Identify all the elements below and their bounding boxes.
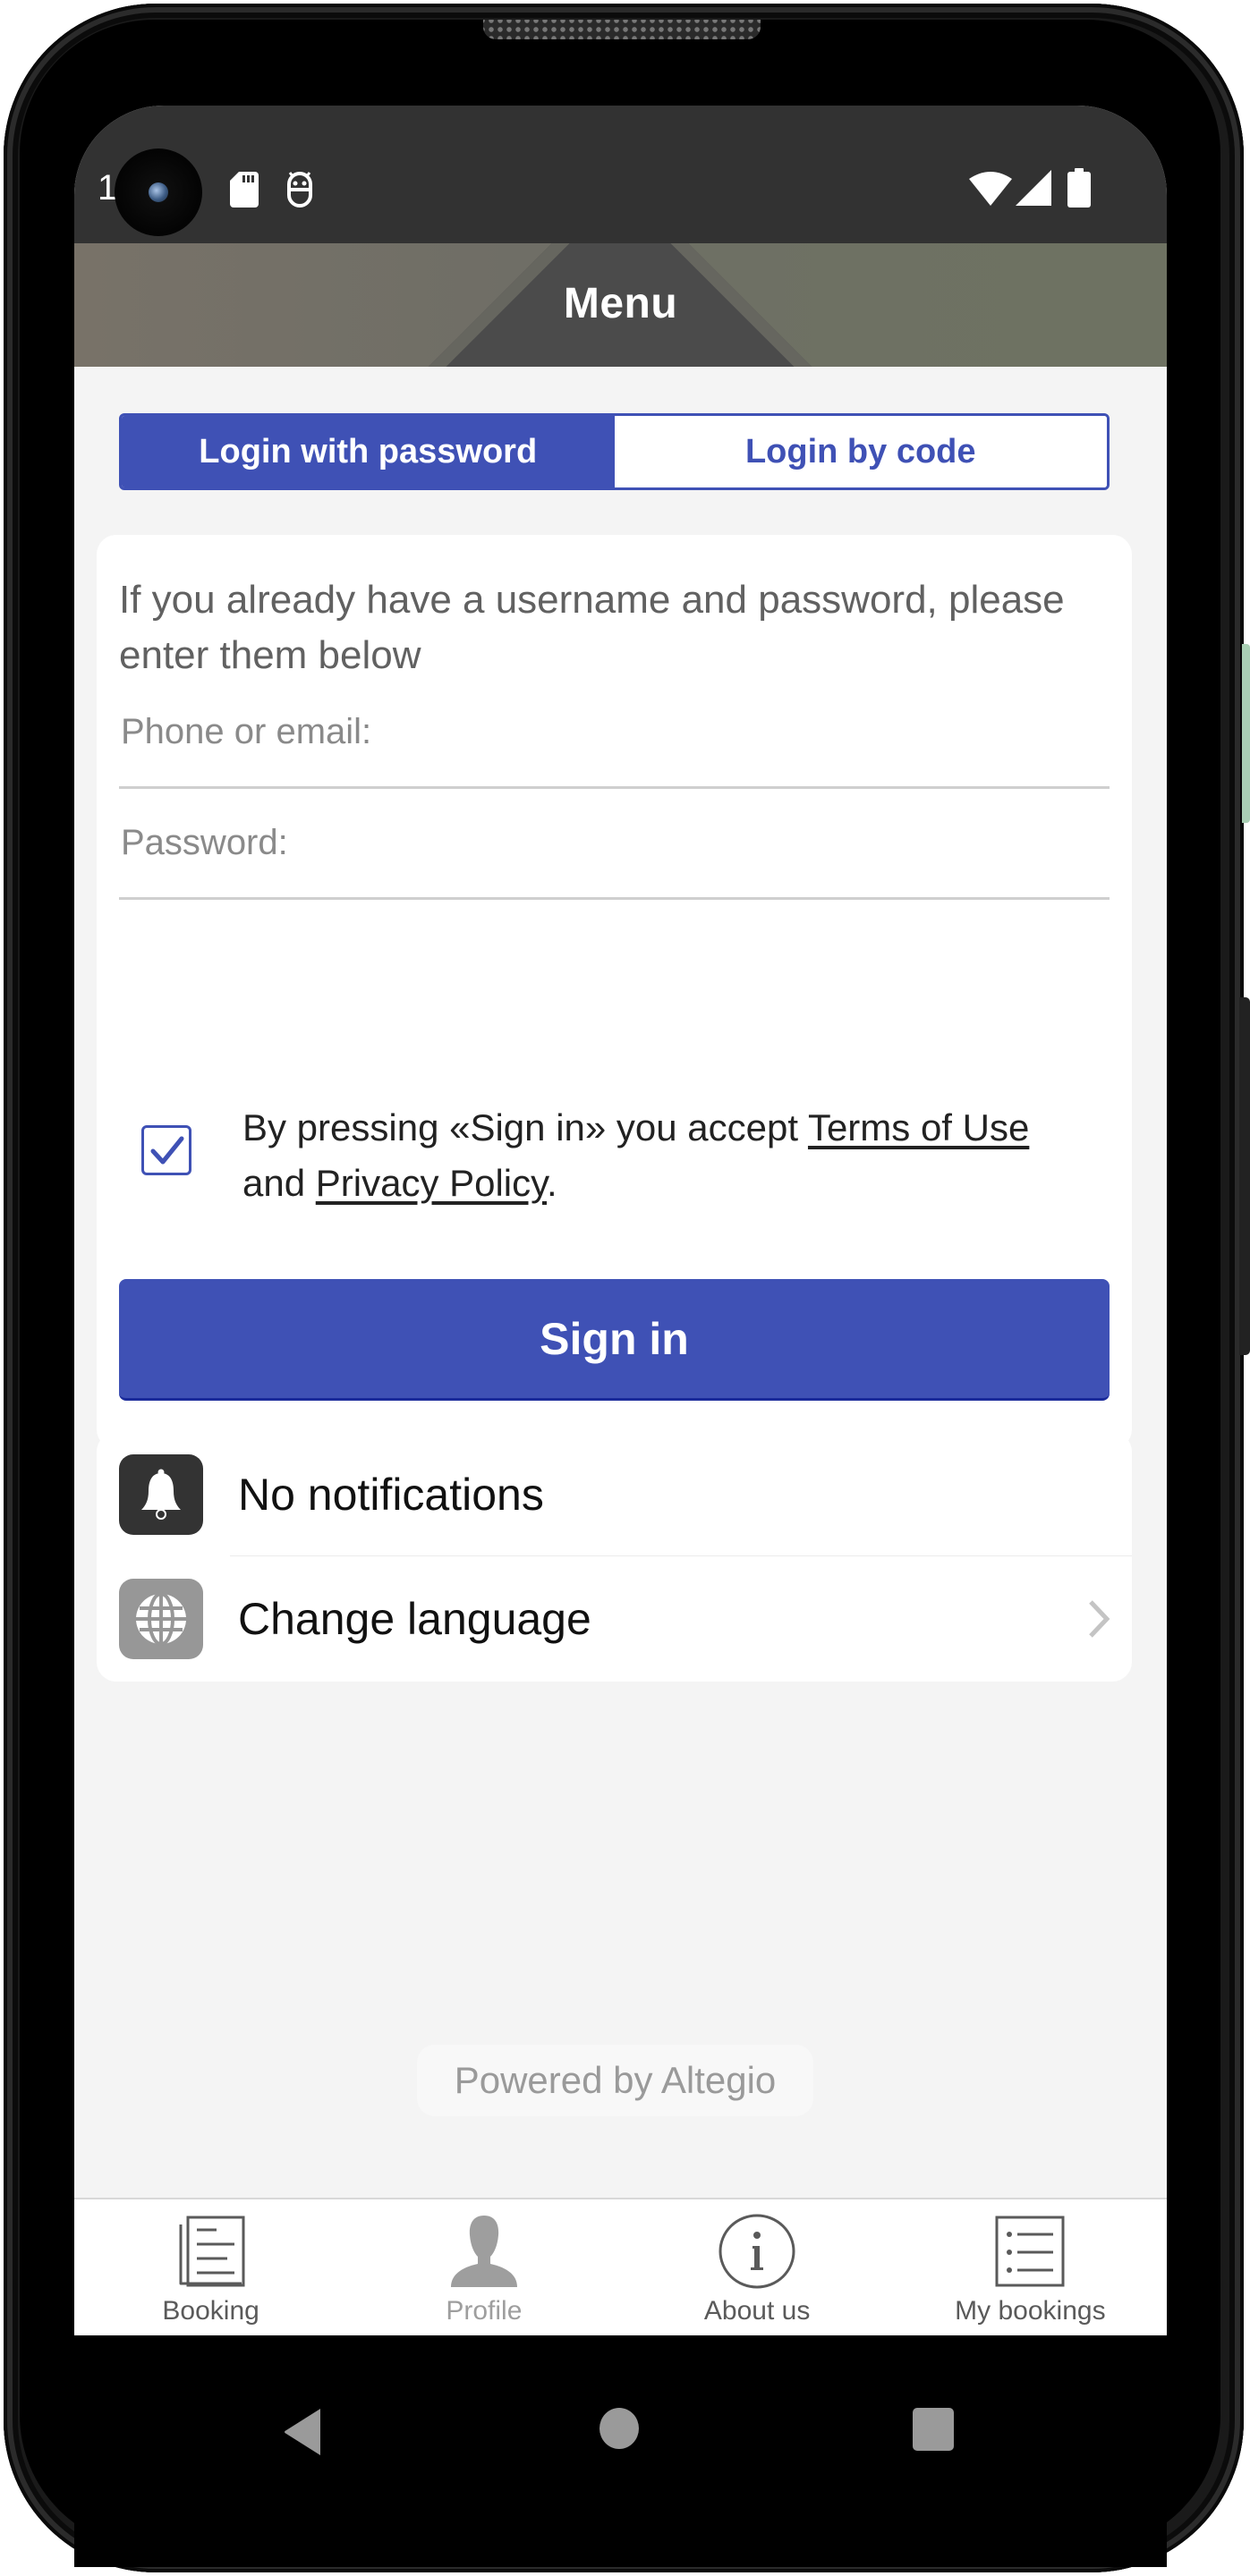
tab-label: About us [703,2296,811,2326]
tab-label: My bookings [955,2296,1106,2326]
side-button-power [1242,644,1250,823]
page-title: Menu [563,280,678,327]
menu-item-label: Change language [238,1594,591,1644]
signal-icon [1016,170,1051,206]
tab-booking[interactable]: Booking [74,2199,347,2335]
booking-document-icon [179,2216,245,2287]
side-button-volume [1239,997,1250,1355]
password-input[interactable] [119,789,1110,897]
menu-item-change-language[interactable]: Change language [97,1556,1132,1682]
terms-of-use-link[interactable]: Terms of Use [808,1106,1029,1148]
app-screen: 1 Menu Login with password Login by code… [74,106,1167,2567]
tab-label: Booking [162,2296,259,2326]
front-camera [115,148,202,236]
consent-middle: and [242,1162,316,1204]
earpiece-speaker [483,20,761,39]
chevron-right-icon [1089,1600,1110,1638]
login-intro-text: If you already have a username and passw… [119,578,1065,677]
phone-email-input[interactable] [119,678,1110,786]
tab-my-bookings[interactable]: My bookings [894,2199,1167,2335]
status-bar: 1 [74,106,1167,243]
powered-by-label[interactable]: Powered by Altegio [417,2045,813,2116]
globe-icon-tile [119,1579,203,1659]
tab-label: Profile [446,2296,523,2326]
bottom-tab-bar: Booking Profile About us My bookings [74,2198,1167,2335]
home-icon[interactable] [599,2407,640,2450]
recent-apps-icon[interactable] [912,2407,955,2452]
login-mode-tabs: Login with password Login by code [119,413,1110,490]
app-header: Menu [74,243,1167,367]
profile-person-icon [450,2216,517,2287]
password-field [119,789,1110,900]
login-card: If you already have a username and passw… [97,535,1132,1449]
system-navigation-bar [74,2335,1167,2567]
wifi-icon [969,172,1012,206]
checkmark-icon [150,1136,184,1165]
menu-item-label: No notifications [238,1470,544,1520]
list-icon [995,2216,1065,2287]
info-icon [719,2214,795,2289]
sd-card-icon [230,172,259,208]
privacy-policy-link[interactable]: Privacy Policy [316,1162,547,1204]
consent-text: By pressing «Sign in» you accept Terms o… [242,1100,1101,1211]
tab-login-by-code[interactable]: Login by code [614,416,1107,487]
consent-suffix: . [547,1162,557,1204]
consent-checkbox[interactable] [141,1125,191,1175]
battery-icon [1067,168,1091,208]
sign-in-button[interactable]: Sign in [119,1279,1110,1401]
robot-icon [287,172,312,208]
bell-icon-tile [119,1454,203,1535]
tab-about-us[interactable]: About us [621,2199,894,2335]
globe-icon [136,1592,186,1646]
back-icon[interactable] [283,2407,322,2457]
tab-profile[interactable]: Profile [347,2199,620,2335]
phone-email-field [119,678,1110,789]
consent-prefix: By pressing «Sign in» you accept [242,1106,808,1148]
tab-login-with-password[interactable]: Login with password [122,416,615,487]
bell-icon [141,1469,181,1520]
menu-item-notifications[interactable]: No notifications [97,1432,1132,1557]
